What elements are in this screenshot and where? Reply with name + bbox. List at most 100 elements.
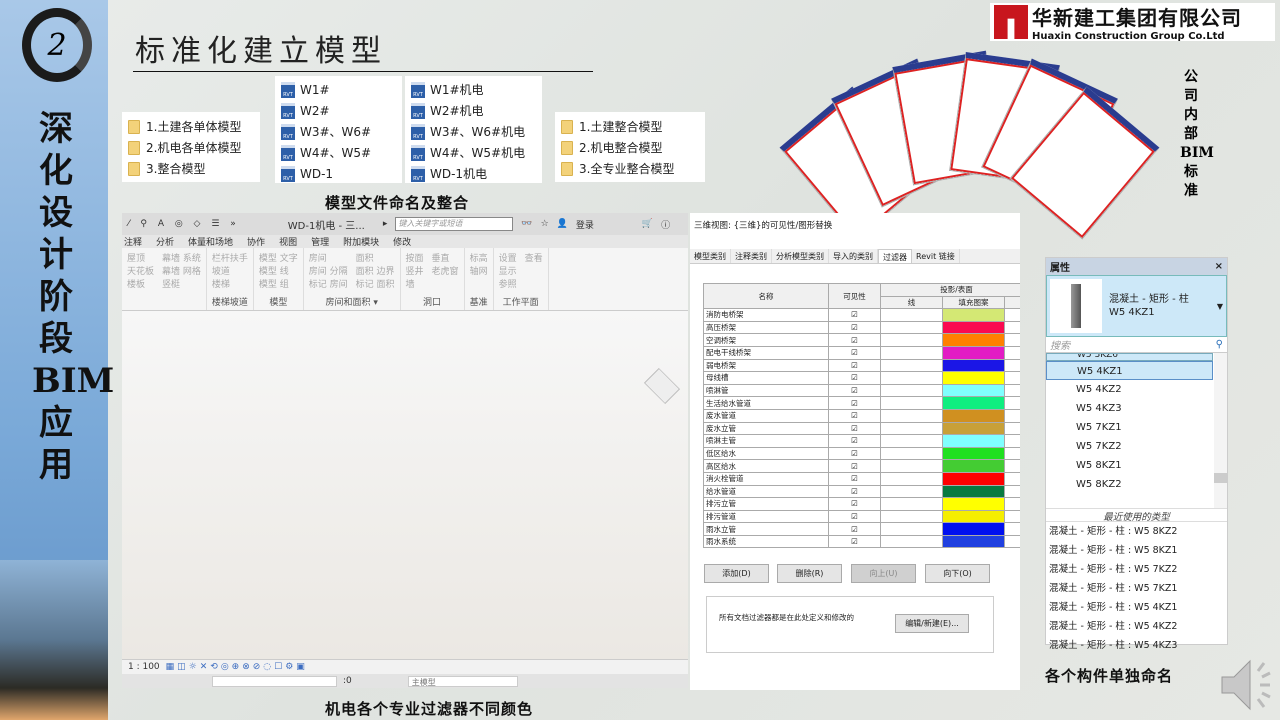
visibility-checkbox[interactable]: ☑ xyxy=(828,446,881,461)
ribbon-button[interactable]: 标记 面积 xyxy=(356,277,395,290)
3d-viewport[interactable] xyxy=(122,311,688,659)
ribbon-tab[interactable]: 体量和场地 xyxy=(188,235,233,248)
fill-pattern-swatch[interactable] xyxy=(942,509,1005,524)
rvt-file-item[interactable]: RVT W1#机电 xyxy=(405,79,542,100)
line-override[interactable] xyxy=(880,509,943,524)
filter-row[interactable]: 排污管道 ☑ xyxy=(703,509,1020,524)
type-list-item[interactable]: W5 7KZ1 xyxy=(1046,418,1213,437)
folder-item[interactable]: 2.机电整合模型 xyxy=(555,137,705,158)
filter-row[interactable]: 弱电桥架 ☑ xyxy=(703,358,1020,373)
ribbon-button[interactable]: 竖井 xyxy=(406,264,424,277)
line-override[interactable] xyxy=(880,459,943,473)
fill-pattern-swatch[interactable] xyxy=(942,522,1005,536)
workset-select[interactable] xyxy=(212,675,337,687)
ribbon-button[interactable]: 标高 xyxy=(470,251,488,264)
line-override[interactable] xyxy=(880,320,943,335)
ribbon-button[interactable]: 屋顶 xyxy=(127,251,154,264)
filter-row[interactable]: 喷淋管 ☑ xyxy=(703,383,1020,398)
fill-pattern-swatch[interactable] xyxy=(942,497,1005,511)
move-down-button[interactable]: 向下(O) xyxy=(925,564,990,583)
speaker-icon[interactable] xyxy=(1220,655,1275,715)
line-override[interactable] xyxy=(880,497,943,511)
rvt-file-item[interactable]: RVT W2# xyxy=(275,100,402,121)
visibility-checkbox[interactable]: ☑ xyxy=(828,484,881,499)
filter-row[interactable]: 雨水立管 ☑ xyxy=(703,522,1020,536)
delete-filter-button[interactable]: 删除(R) xyxy=(777,564,842,583)
visibility-checkbox[interactable]: ☑ xyxy=(828,434,881,448)
line-override[interactable] xyxy=(880,421,943,436)
line-override[interactable] xyxy=(880,308,943,322)
fill-pattern-swatch[interactable] xyxy=(942,434,1005,448)
recent-type-item[interactable]: 混凝土 - 矩形 - 柱 : W5 7KZ1 xyxy=(1046,579,1227,598)
recent-type-item[interactable]: 混凝土 - 矩形 - 柱 : W5 4KZ3 xyxy=(1046,636,1227,655)
recent-type-item[interactable]: 混凝土 - 矩形 - 柱 : W5 4KZ1 xyxy=(1046,598,1227,617)
ribbon-button[interactable]: 标记 房间 xyxy=(309,277,348,290)
type-list-item[interactable]: W5 8KZ2 xyxy=(1046,475,1213,494)
visibility-checkbox[interactable]: ☑ xyxy=(828,497,881,511)
fill-pattern-swatch[interactable] xyxy=(942,471,1005,486)
rvt-file-item[interactable]: RVT W3#、W6# xyxy=(275,121,402,142)
dialog-tab[interactable]: 注释类别 xyxy=(731,249,772,263)
rvt-file-item[interactable]: RVT W3#、W6#机电 xyxy=(405,121,542,142)
ribbon-button[interactable]: 模型 线 xyxy=(259,264,298,277)
rvt-file-item[interactable]: RVT WD-1 xyxy=(275,163,402,184)
filter-row[interactable]: 高压桥架 ☑ xyxy=(703,320,1020,335)
type-list-item[interactable]: W5 4KZ2 xyxy=(1046,380,1213,399)
add-filter-button[interactable]: 添加(D) xyxy=(704,564,769,583)
line-override[interactable] xyxy=(880,534,943,549)
dialog-tab[interactable]: 过滤器 xyxy=(878,249,912,263)
ribbon-button[interactable]: 面积 xyxy=(356,251,395,264)
filter-row[interactable]: 消防电桥架 ☑ xyxy=(703,308,1020,322)
ribbon-tab[interactable]: 管理 xyxy=(311,235,329,248)
ribbon-button[interactable]: 幕墙 系统 xyxy=(162,251,201,264)
fill-pattern-swatch[interactable] xyxy=(942,459,1005,473)
visibility-checkbox[interactable]: ☑ xyxy=(828,383,881,398)
folder-item[interactable]: 3.整合模型 xyxy=(122,158,260,179)
cart-icon[interactable]: 🛒 xyxy=(642,219,653,229)
fill-pattern-swatch[interactable] xyxy=(942,383,1005,398)
visibility-checkbox[interactable]: ☑ xyxy=(828,358,881,373)
line-override[interactable] xyxy=(880,396,943,410)
line-override[interactable] xyxy=(880,408,943,423)
type-list-scrollbar[interactable] xyxy=(1214,353,1227,508)
fill-pattern-swatch[interactable] xyxy=(942,446,1005,461)
line-override[interactable] xyxy=(880,522,943,536)
visibility-checkbox[interactable]: ☑ xyxy=(828,408,881,423)
ribbon-button[interactable]: 垂直 xyxy=(432,251,459,264)
type-search-input[interactable]: 搜索 ⚲ xyxy=(1046,337,1227,353)
dialog-tab[interactable]: 分析模型类别 xyxy=(772,249,829,263)
ribbon-button[interactable]: 竖梃 xyxy=(162,277,201,290)
ribbon-button[interactable]: 查看 xyxy=(525,251,543,264)
visibility-checkbox[interactable]: ☑ xyxy=(828,320,881,335)
line-override[interactable] xyxy=(880,383,943,398)
filter-row[interactable]: 配电干线桥架 ☑ xyxy=(703,345,1020,360)
ribbon-tab[interactable]: 视图 xyxy=(279,235,297,248)
rvt-file-item[interactable]: RVT W4#、W5#机电 xyxy=(405,142,542,163)
ribbon-button[interactable]: 幕墙 网格 xyxy=(162,264,201,277)
ribbon-tab[interactable]: 附加模块 xyxy=(343,235,379,248)
help-icon[interactable]: ⓘ xyxy=(661,218,670,231)
fill-pattern-swatch[interactable] xyxy=(942,333,1005,347)
dialog-tab[interactable]: 模型类别 xyxy=(690,249,731,263)
filter-row[interactable]: 给水管道 ☑ xyxy=(703,484,1020,499)
line-override[interactable] xyxy=(880,371,943,385)
line-override[interactable] xyxy=(880,471,943,486)
close-icon[interactable]: × xyxy=(1215,261,1223,272)
fill-pattern-swatch[interactable] xyxy=(942,534,1005,549)
ribbon-button[interactable]: 墙 xyxy=(406,277,424,290)
ribbon-button[interactable]: 坡道 xyxy=(212,264,248,277)
binoculars-icon[interactable]: 👓 xyxy=(521,219,532,229)
visibility-checkbox[interactable]: ☑ xyxy=(828,308,881,322)
ribbon-tab[interactable]: 协作 xyxy=(247,235,265,248)
line-override[interactable] xyxy=(880,358,943,373)
type-list-item[interactable]: W5 4KZ3 xyxy=(1046,399,1213,418)
filter-row[interactable]: 低区给水 ☑ xyxy=(703,446,1020,461)
rvt-file-item[interactable]: RVT W2#机电 xyxy=(405,100,542,121)
type-selector[interactable]: 混凝土 - 矩形 - 柱 W5 4KZ1 ▼ xyxy=(1046,275,1227,337)
ribbon-button[interactable]: 面积 边界 xyxy=(356,264,395,277)
visibility-checkbox[interactable]: ☑ xyxy=(828,471,881,486)
folder-item[interactable]: 2.机电各单体模型 xyxy=(122,137,260,158)
visibility-checkbox[interactable]: ☑ xyxy=(828,534,881,549)
ribbon-button[interactable]: 参照 xyxy=(499,277,517,290)
ribbon-button[interactable]: 模型 文字 xyxy=(259,251,298,264)
